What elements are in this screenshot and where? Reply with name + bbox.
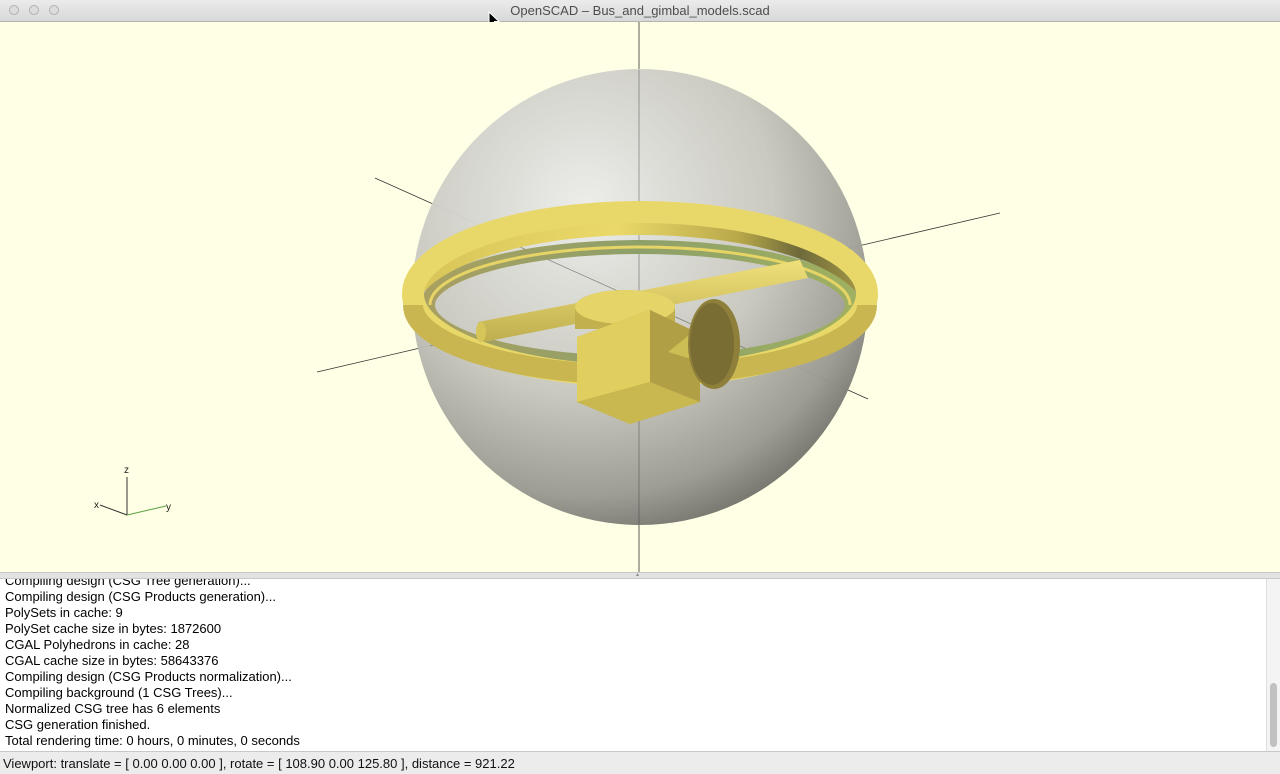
axis-z-label: z xyxy=(124,465,129,476)
console-line: PolySet cache size in bytes: 1872600 xyxy=(5,621,222,636)
window-title: OpenSCAD – Bus_and_gimbal_models.scad xyxy=(510,3,770,18)
scrollbar-thumb[interactable] xyxy=(1270,683,1277,747)
console-line: Normalized CSG tree has 6 elements xyxy=(5,701,221,716)
status-bar: Viewport: translate = [ 0.00 0.00 0.00 ]… xyxy=(0,751,1280,774)
console-splitter[interactable]: ▴ xyxy=(0,572,1280,579)
console-line: PolySets in cache: 9 xyxy=(5,605,123,620)
title-bar[interactable]: OpenSCAD – Bus_and_gimbal_models.scad xyxy=(0,0,1280,22)
console-line: Compiling design (CSG Products generatio… xyxy=(5,589,276,604)
console-line: CGAL cache size in bytes: 58643376 xyxy=(5,653,219,668)
console-line: CSG generation finished. xyxy=(5,717,151,732)
axis-y-label: y xyxy=(166,502,171,513)
console-output[interactable]: Compiling design (CSG Tree generation)..… xyxy=(0,579,1266,751)
3d-scene[interactable]: z x y xyxy=(0,22,1280,572)
console-line: Compiling design (CSG Products normaliza… xyxy=(5,669,292,684)
3d-viewport[interactable]: z x y xyxy=(0,22,1280,572)
console-lines: Compiling design (CSG Tree generation)..… xyxy=(5,579,300,749)
axes-indicator: z x y xyxy=(94,465,171,516)
viewport-status: Viewport: translate = [ 0.00 0.00 0.00 ]… xyxy=(3,756,515,771)
console-line: CGAL Polyhedrons in cache: 28 xyxy=(5,637,190,652)
console-line: Compiling background (1 CSG Trees)... xyxy=(5,685,233,700)
console-line: Total rendering time: 0 hours, 0 minutes… xyxy=(5,733,300,748)
console-line: Compiling design (CSG Tree generation)..… xyxy=(5,579,251,588)
axis-x-label: x xyxy=(94,500,99,511)
splitter-grip-icon[interactable]: ▴ xyxy=(636,572,642,578)
console-scrollbar[interactable] xyxy=(1266,579,1280,751)
